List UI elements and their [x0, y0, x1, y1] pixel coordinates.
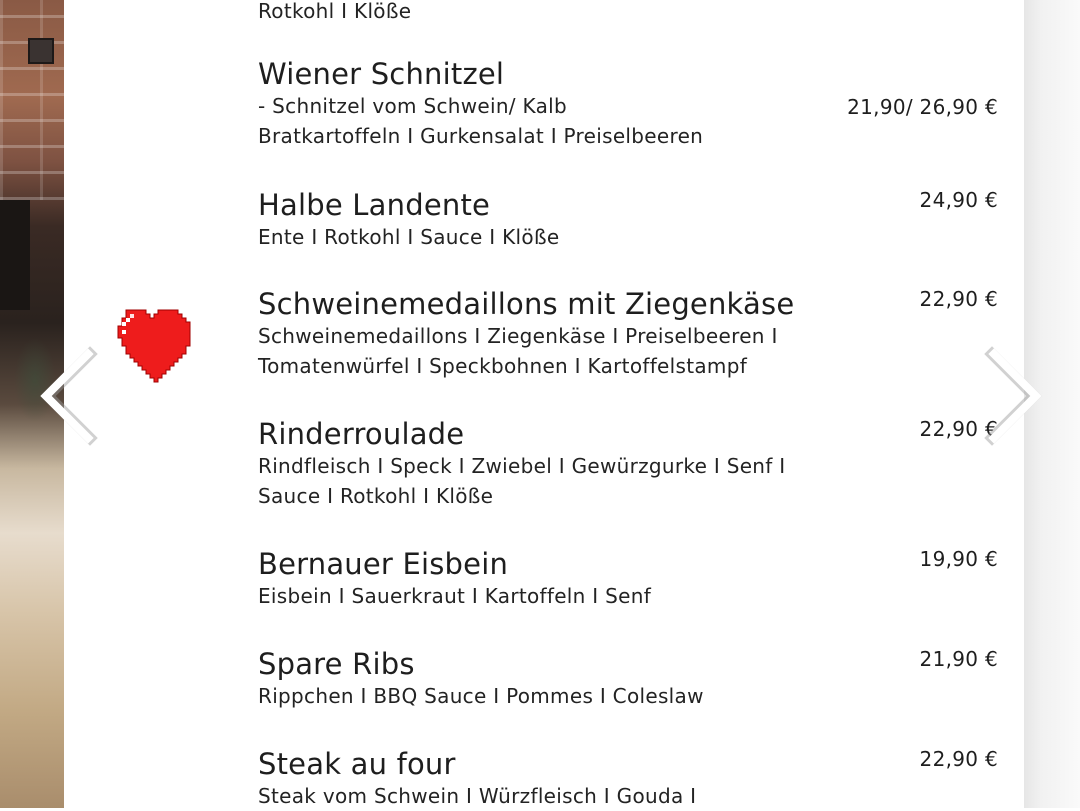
dish-price: 19,90 €: [919, 547, 998, 571]
menu-item-partial: Rotkohl I Klöße: [258, 0, 998, 26]
menu-item: Spare Ribs Rippchen I BBQ Sauce I Pommes…: [258, 647, 998, 711]
dish-name: Halbe Landente: [258, 188, 491, 222]
dish-name: Spare Ribs: [258, 647, 415, 681]
dish-description: Steak vom Schwein I Würzfleisch I Gouda …: [258, 784, 697, 808]
dish-price: 24,90 €: [919, 188, 998, 212]
menu-page: Rotkohl I Klöße Wiener Schnitzel - Schni…: [64, 0, 1024, 808]
dish-description: Sauce I Rotkohl I Klöße: [258, 484, 494, 508]
dish-price: 22,90 €: [919, 747, 998, 771]
dish-description: Ente I Rotkohl I Sauce I Klöße: [258, 225, 560, 249]
dish-price: 21,90 €: [919, 647, 998, 671]
dish-description: Rotkohl I Klöße: [258, 0, 412, 23]
dish-name: Wiener Schnitzel: [258, 57, 505, 91]
menu-item: Halbe Landente Ente I Rotkohl I Sauce I …: [258, 188, 998, 252]
dish-description: Schweinemedaillons I Ziegenkäse I Preise…: [258, 324, 778, 348]
dish-name: Rinderroulade: [258, 417, 465, 451]
chevron-left-icon: [40, 346, 98, 446]
dish-description: Rindfleisch I Speck I Zwiebel I Gewürzgu…: [258, 454, 786, 478]
like-button[interactable]: [110, 298, 206, 390]
dish-name: Bernauer Eisbein: [258, 547, 509, 581]
background-shadow: [0, 200, 30, 310]
menu-item: Bernauer Eisbein Eisbein I Sauerkraut I …: [258, 547, 998, 611]
menu-item: Schweinemedaillons mit Ziegenkäse Schwei…: [258, 287, 998, 381]
menu-item: Wiener Schnitzel - Schnitzel vom Schwein…: [258, 57, 998, 151]
previous-button[interactable]: [38, 346, 98, 446]
next-button[interactable]: [984, 346, 1044, 446]
dish-name: Schweinemedaillons mit Ziegenkäse: [258, 287, 795, 321]
menu-item: Rinderroulade Rindfleisch I Speck I Zwie…: [258, 417, 998, 511]
wall-switch: [28, 38, 54, 64]
heart-icon: [117, 309, 191, 383]
dish-description: Eisbein I Sauerkraut I Kartoffeln I Senf: [258, 584, 652, 608]
chevron-right-icon: [984, 346, 1042, 446]
dish-description: Rippchen I BBQ Sauce I Pommes I Coleslaw: [258, 684, 704, 708]
dish-price: 22,90 €: [919, 287, 998, 311]
dish-price: 21,90/ 26,90 €: [847, 95, 998, 119]
dish-description: Bratkartoffeln I Gurkensalat I Preiselbe…: [258, 124, 704, 148]
dish-description: Tomatenwürfel I Speckbohnen I Kartoffels…: [258, 354, 748, 378]
menu-item: Steak au four Steak vom Schwein I Würzfl…: [258, 747, 998, 811]
dish-name: Steak au four: [258, 747, 456, 781]
